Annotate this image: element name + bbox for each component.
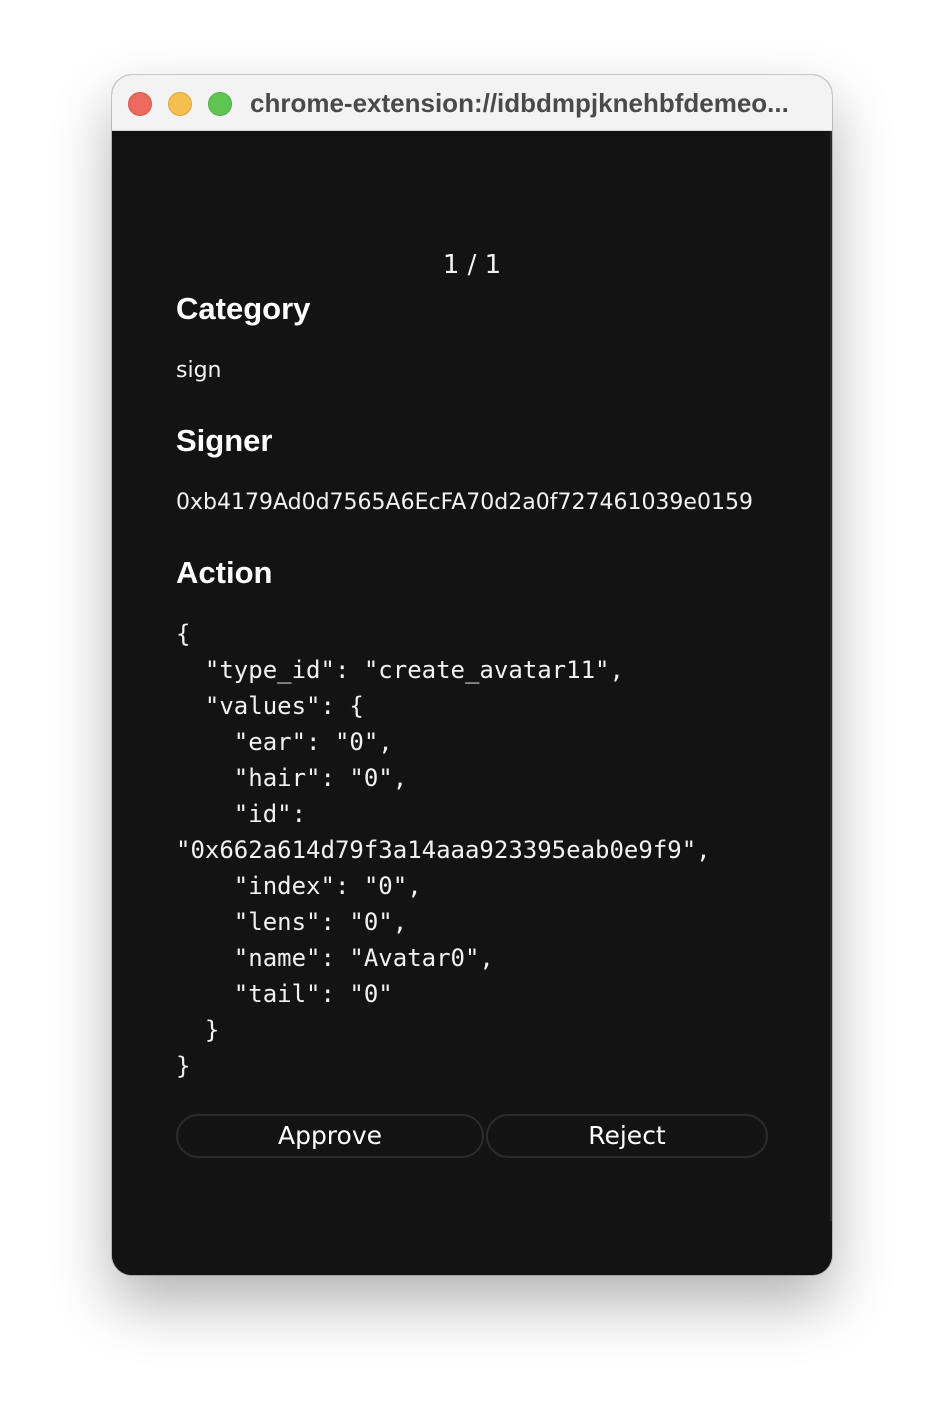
action-json: { "type_id": "create_avatar11", "values"… bbox=[176, 620, 711, 1080]
title-bar: chrome-extension://idbdmpjknehbfdemeo... bbox=[112, 75, 832, 131]
window-title: chrome-extension://idbdmpjknehbfdemeo... bbox=[250, 88, 789, 118]
category-heading: Category bbox=[176, 291, 311, 326]
sign-request-panel: 1 / 1 Category sign Signer 0xb4179Ad0d75… bbox=[112, 131, 832, 1275]
scrollbar-track bbox=[830, 131, 832, 1221]
action-heading: Action bbox=[176, 555, 273, 590]
minimize-window-button[interactable] bbox=[168, 92, 192, 116]
reject-button[interactable]: Reject bbox=[486, 1114, 768, 1158]
zoom-window-button[interactable] bbox=[208, 92, 232, 116]
category-value: sign bbox=[176, 358, 222, 383]
approve-button[interactable]: Approve bbox=[176, 1114, 484, 1158]
request-pager: 1 / 1 bbox=[442, 250, 502, 280]
signer-address: 0xb4179Ad0d7565A6EcFA70d2a0f727461039e01… bbox=[176, 490, 753, 515]
close-window-button[interactable] bbox=[128, 92, 152, 116]
signer-heading: Signer bbox=[176, 423, 273, 458]
extension-popup-window: chrome-extension://idbdmpjknehbfdemeo...… bbox=[112, 75, 832, 1275]
